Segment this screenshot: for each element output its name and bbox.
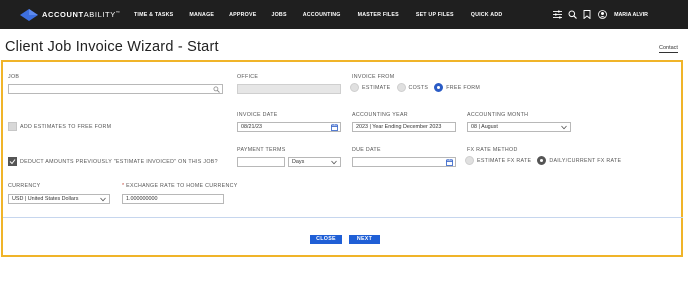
add-estimates-label: ADD ESTIMATES TO FREE FORM (20, 124, 112, 130)
radio-estimate-fx-rate[interactable] (465, 156, 474, 165)
payment-terms-label: PAYMENT TERMS (237, 147, 286, 153)
radio-daily-current-fx-rate[interactable] (537, 156, 547, 165)
search-icon[interactable] (213, 86, 220, 93)
deduct-amounts-checkbox[interactable] (8, 157, 17, 166)
exchange-rate-label: * EXCHANGE RATE TO HOME CURRENCY (122, 183, 238, 189)
nav-item-master-files[interactable]: MASTER FILES (358, 12, 399, 18)
job-label: JOB (8, 74, 20, 80)
nav-item-approve[interactable]: APPROVE (229, 12, 256, 18)
invoice-wizard-form: JOB OFFICE INVOICE FROM ESTIMATE COSTS F… (1, 60, 683, 257)
radio-costs-label: COSTS (408, 84, 429, 91)
calendar-icon[interactable] (331, 124, 338, 131)
brand-name: ACCOUNTABILITY™ (42, 10, 121, 19)
radio-daily-current-fx-rate-label: DAILY/CURRENT FX RATE (549, 157, 622, 164)
chevron-down-icon (100, 197, 106, 202)
accounting-month-label: ACCOUNTING MONTH (467, 112, 529, 118)
close-button[interactable]: CLOSE (310, 235, 342, 244)
exchange-rate-input[interactable]: 1.000000000 (122, 194, 224, 204)
user-name[interactable]: MARIA ALVIR (614, 12, 648, 18)
accounting-year-label: ACCOUNTING YEAR (352, 112, 408, 118)
nav-utilities: MARIA ALVIR (552, 0, 688, 29)
nav-item-manage[interactable]: MANAGE (189, 12, 214, 18)
deduct-amounts-label: DEDUCT AMOUNTS PREVIOUSLY "ESTIMATE INVO… (20, 159, 218, 165)
logo-diamond-icon (20, 8, 38, 21)
main-nav: TIME & TASKS MANAGE APPROVE JOBS ACCOUNT… (132, 12, 502, 18)
add-estimates-checkbox[interactable] (8, 122, 17, 131)
due-date-input[interactable] (352, 157, 456, 167)
nav-item-accounting[interactable]: ACCOUNTING (303, 12, 341, 18)
invoice-date-label: INVOICE DATE (237, 112, 278, 118)
top-nav-bar: ACCOUNTABILITY™ TIME & TASKS MANAGE APPR… (0, 0, 688, 29)
user-icon[interactable] (597, 10, 607, 20)
due-date-label: DUE DATE (352, 147, 381, 153)
nav-item-quick-add[interactable]: QUICK ADD (471, 12, 503, 18)
currency-label: CURRENCY (8, 183, 41, 189)
form-divider (3, 217, 683, 218)
job-input[interactable] (8, 84, 223, 94)
invoice-date-input[interactable]: 08/21/23 (237, 122, 341, 132)
radio-estimate[interactable] (350, 83, 359, 92)
next-button[interactable]: NEXT (349, 235, 380, 244)
radio-free-form-label: FREE FORM (446, 84, 481, 91)
calendar-icon[interactable] (446, 159, 453, 166)
accounting-year-select[interactable]: 2023 | Year Ending December 2023 (352, 122, 456, 132)
radio-free-form[interactable] (434, 83, 444, 92)
sliders-icon[interactable] (552, 10, 562, 20)
contact-link[interactable]: Contact (659, 45, 678, 53)
office-input (237, 84, 341, 94)
accounting-month-select[interactable]: 08 | August (467, 122, 571, 132)
radio-costs[interactable] (396, 83, 406, 92)
fx-rate-method-label: FX RATE METHOD (467, 147, 518, 153)
payment-terms-input[interactable] (237, 157, 285, 167)
required-marker: * (122, 183, 125, 189)
bookmark-icon[interactable] (582, 10, 592, 20)
nav-item-jobs[interactable]: JOBS (271, 12, 286, 18)
currency-select[interactable]: USD | United States Dollars (8, 194, 110, 204)
app-logo[interactable]: ACCOUNTABILITY™ (20, 8, 130, 21)
nav-item-set-up-files[interactable]: SET UP FILES (416, 12, 454, 18)
chevron-down-icon (561, 125, 567, 130)
invoice-from-radio-group: ESTIMATE COSTS FREE FORM (350, 83, 486, 92)
chevron-down-icon (331, 160, 337, 165)
radio-estimate-fx-rate-label: ESTIMATE FX RATE (477, 157, 532, 164)
page-title: Client Job Invoice Wizard - Start (5, 39, 219, 55)
search-icon[interactable] (567, 10, 577, 20)
nav-item-time-tasks[interactable]: TIME & TASKS (134, 12, 173, 18)
radio-estimate-label: ESTIMATE (362, 84, 391, 91)
invoice-from-label: INVOICE FROM (352, 74, 395, 80)
office-label: OFFICE (237, 74, 259, 80)
payment-terms-unit-select[interactable]: Days (288, 157, 341, 167)
fx-rate-method-radio-group: ESTIMATE FX RATE DAILY/CURRENT FX RATE (465, 156, 627, 165)
